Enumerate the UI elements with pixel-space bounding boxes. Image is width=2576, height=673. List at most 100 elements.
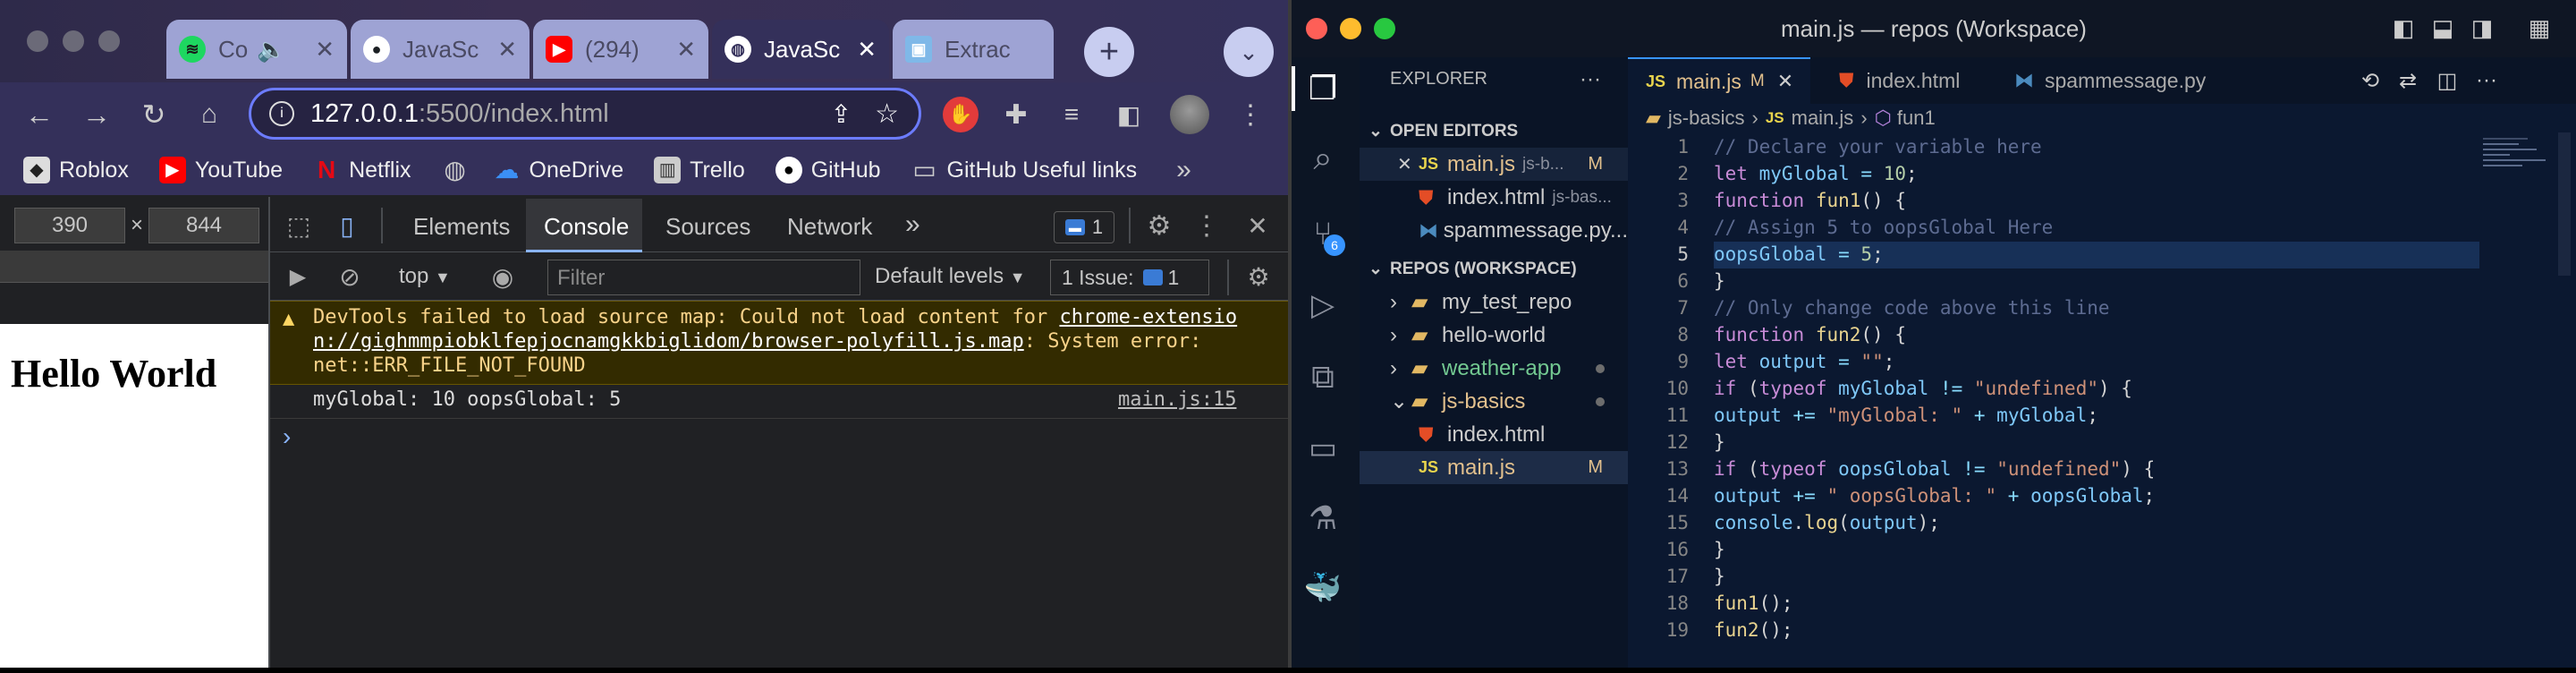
bookmark-youtube[interactable]: ▶ YouTube bbox=[158, 157, 283, 183]
bookmark-globe[interactable]: ◍ bbox=[442, 157, 478, 183]
explorer-files-icon[interactable]: ❐ bbox=[1301, 66, 1345, 111]
more-tabs-chevron-icon[interactable]: » bbox=[905, 209, 920, 240]
browser-tab[interactable]: ▣ Extrac bbox=[893, 20, 1054, 79]
minimap[interactable] bbox=[2479, 132, 2562, 177]
docker-icon[interactable]: 🐳 bbox=[1301, 566, 1345, 610]
reload-icon[interactable]: ↻ bbox=[134, 95, 174, 134]
address-bar[interactable]: i 127.0.0.1:5500/index.html ⇪ ☆ bbox=[249, 88, 921, 140]
code-line[interactable]: 2 let myGlobal = 10; bbox=[1628, 163, 2576, 190]
code-line[interactable]: 4 // Assign 5 to oopsGlobal Here bbox=[1628, 217, 2576, 243]
extensions-puzzle-icon[interactable]: ✚ bbox=[996, 95, 1036, 134]
open-editor-item[interactable]: ⧓ spammessage.py... bbox=[1360, 214, 1628, 247]
source-map-link-part2[interactable]: n://gighmmpiobklfepjocnamgkkbiglidom/bro… bbox=[313, 330, 1024, 353]
folder-hello-world[interactable]: › ▰ hello-world bbox=[1360, 319, 1628, 352]
new-tab-button[interactable]: + bbox=[1084, 27, 1134, 77]
live-expression-eye-icon[interactable]: ◉ bbox=[485, 261, 521, 292]
bookmark-github[interactable]: ● GitHub bbox=[775, 157, 881, 183]
tab-search-chevron-down-icon[interactable]: ⌄ bbox=[1224, 27, 1274, 77]
back-arrow-icon[interactable]: ← bbox=[20, 95, 59, 134]
folder-js-basics[interactable]: ⌄ ▰ js-basics bbox=[1360, 385, 1628, 418]
close-icon[interactable]: ✕ bbox=[497, 36, 517, 64]
code-line[interactable]: 3 function fun1() { bbox=[1628, 190, 2576, 217]
search-icon[interactable]: ⌕ bbox=[1301, 136, 1345, 181]
close-icon[interactable]: ✕ bbox=[1777, 70, 1793, 93]
customize-layout-icon[interactable]: ▦ bbox=[2524, 13, 2555, 43]
console-filter-input[interactable]: Filter bbox=[547, 260, 860, 295]
code-line[interactable]: 5 oopsGlobal = 5; bbox=[1628, 243, 2576, 270]
tab-elements[interactable]: Elements bbox=[413, 213, 510, 241]
more-menu-icon[interactable]: ⋮ bbox=[1234, 95, 1267, 134]
file-main-js[interactable]: JS main.js M bbox=[1360, 451, 1628, 484]
tab-console[interactable]: Console bbox=[544, 213, 629, 241]
home-icon[interactable]: ⌂ bbox=[190, 95, 229, 134]
console-settings-gear-icon[interactable]: ⚙ bbox=[1243, 261, 1274, 292]
open-editors-header[interactable]: ⌄ OPEN EDITORS bbox=[1360, 115, 1628, 148]
code-editor[interactable]: 1 // Declare your variable here 2 let myGlo… bbox=[1628, 136, 2576, 673]
split-editor-icon[interactable]: ◫ bbox=[2433, 66, 2462, 95]
share-icon[interactable]: ⇪ bbox=[831, 99, 852, 129]
more-bookmarks-chevron-icon[interactable]: » bbox=[1176, 155, 1191, 185]
log-source-link[interactable]: main.js:15 bbox=[1118, 388, 1236, 411]
settings-gear-icon[interactable]: ⚙ bbox=[1143, 209, 1175, 242]
code-line[interactable]: 7 // Only change code above this line bbox=[1628, 297, 2576, 324]
close-icon[interactable]: ✕ bbox=[1397, 153, 1419, 175]
bookmark-onedrive[interactable]: ☁ OneDrive bbox=[494, 157, 624, 183]
context-select[interactable]: top ▼ bbox=[399, 264, 451, 289]
remote-explorer-icon[interactable]: ▭ bbox=[1301, 426, 1345, 471]
bookmark-roblox[interactable]: ◆ Roblox bbox=[23, 157, 129, 183]
issues-button[interactable]: 1 Issue: 1 bbox=[1050, 260, 1209, 295]
close-icon[interactable]: ✕ bbox=[315, 36, 335, 64]
timeline-history-icon[interactable]: ⟲ bbox=[2356, 66, 2385, 95]
code-line[interactable]: 9 let output = ""; bbox=[1628, 351, 2576, 378]
extension-red-hand-icon[interactable]: ✋ bbox=[943, 97, 979, 132]
code-line[interactable]: 13 if (typeof oopsGlobal != "undefined") … bbox=[1628, 458, 2576, 485]
bookmark-trello[interactable]: ▥ Trello bbox=[654, 157, 745, 183]
code-line[interactable]: 8 function fun2() { bbox=[1628, 324, 2576, 351]
device-toggle-icon[interactable]: ▯ bbox=[331, 209, 363, 242]
side-panel-icon[interactable]: ◧ bbox=[1109, 95, 1148, 134]
extensions-icon[interactable]: ⧉ bbox=[1301, 354, 1345, 399]
testing-flask-icon[interactable]: ⚗ bbox=[1301, 496, 1345, 541]
code-line[interactable]: 19 fun2(); bbox=[1628, 619, 2576, 646]
folder-my-test-repo[interactable]: › ▰ my_test_repo bbox=[1360, 285, 1628, 319]
browser-tab[interactable]: ● JavaSc ✕ bbox=[351, 20, 530, 79]
code-line[interactable]: 17} bbox=[1628, 566, 2576, 592]
close-window-button[interactable] bbox=[27, 30, 48, 52]
inspect-element-icon[interactable]: ⬚ bbox=[283, 209, 315, 242]
devtools-menu-icon[interactable]: ⋮ bbox=[1193, 209, 1220, 242]
media-query-bar[interactable] bbox=[0, 251, 268, 283]
viewport-width-input[interactable]: 390 bbox=[14, 208, 125, 243]
code-line[interactable]: 6} bbox=[1628, 270, 2576, 297]
console-prompt[interactable]: › bbox=[283, 422, 291, 451]
viewport-height-input[interactable]: 844 bbox=[148, 208, 259, 243]
code-line[interactable]: 15 console.log(output); bbox=[1628, 512, 2576, 539]
open-changes-icon[interactable]: ⇄ bbox=[2394, 66, 2422, 95]
code-line[interactable]: 1 // Declare your variable here bbox=[1628, 136, 2576, 163]
minimize-window-button[interactable] bbox=[63, 30, 84, 52]
browser-tab-active[interactable]: ◍ JavaSc ✕ bbox=[712, 20, 889, 79]
tab-sources[interactable]: Sources bbox=[665, 213, 750, 241]
code-line[interactable]: 10 if (typeof myGlobal != "undefined") { bbox=[1628, 378, 2576, 405]
close-devtools-icon[interactable]: ✕ bbox=[1241, 209, 1274, 242]
close-icon[interactable]: ✕ bbox=[676, 36, 696, 64]
close-icon[interactable]: ✕ bbox=[857, 36, 877, 64]
editor-tab-index-html[interactable]: ⛊ index.html bbox=[1819, 57, 1980, 104]
open-editor-item[interactable]: ⛊ index.html js-bas... bbox=[1360, 181, 1628, 214]
sidebar-toggle-icon[interactable]: ▶ bbox=[283, 261, 313, 292]
bookmark-netflix[interactable]: N Netflix bbox=[313, 157, 411, 183]
open-editor-item[interactable]: ✕ JS main.js js-b... M bbox=[1360, 148, 1628, 181]
browser-tab[interactable]: ▶ (294) ✕ bbox=[533, 20, 708, 79]
bookmark-star-icon[interactable]: ☆ bbox=[875, 98, 899, 130]
code-line[interactable]: 16} bbox=[1628, 539, 2576, 566]
code-line[interactable]: 11 output += "myGlobal: " + myGlobal; bbox=[1628, 405, 2576, 431]
clear-console-icon[interactable]: ⊘ bbox=[335, 261, 365, 292]
browser-tab[interactable]: ≋ Co 🔈 ✕ bbox=[166, 20, 347, 79]
info-icon[interactable]: i bbox=[269, 101, 294, 126]
editor-scrollbar[interactable] bbox=[2558, 132, 2571, 276]
editor-tab-main-js[interactable]: JS main.js M ✕ bbox=[1628, 57, 1810, 104]
code-line[interactable]: 18 fun1(); bbox=[1628, 592, 2576, 619]
media-playlist-icon[interactable]: ≡ bbox=[1052, 95, 1091, 134]
maximize-window-button[interactable] bbox=[98, 30, 120, 52]
code-line[interactable]: 14 output += " oopsGlobal: " + oopsGlobal… bbox=[1628, 485, 2576, 512]
source-map-link-part1[interactable]: chrome-extensio bbox=[1059, 306, 1237, 328]
